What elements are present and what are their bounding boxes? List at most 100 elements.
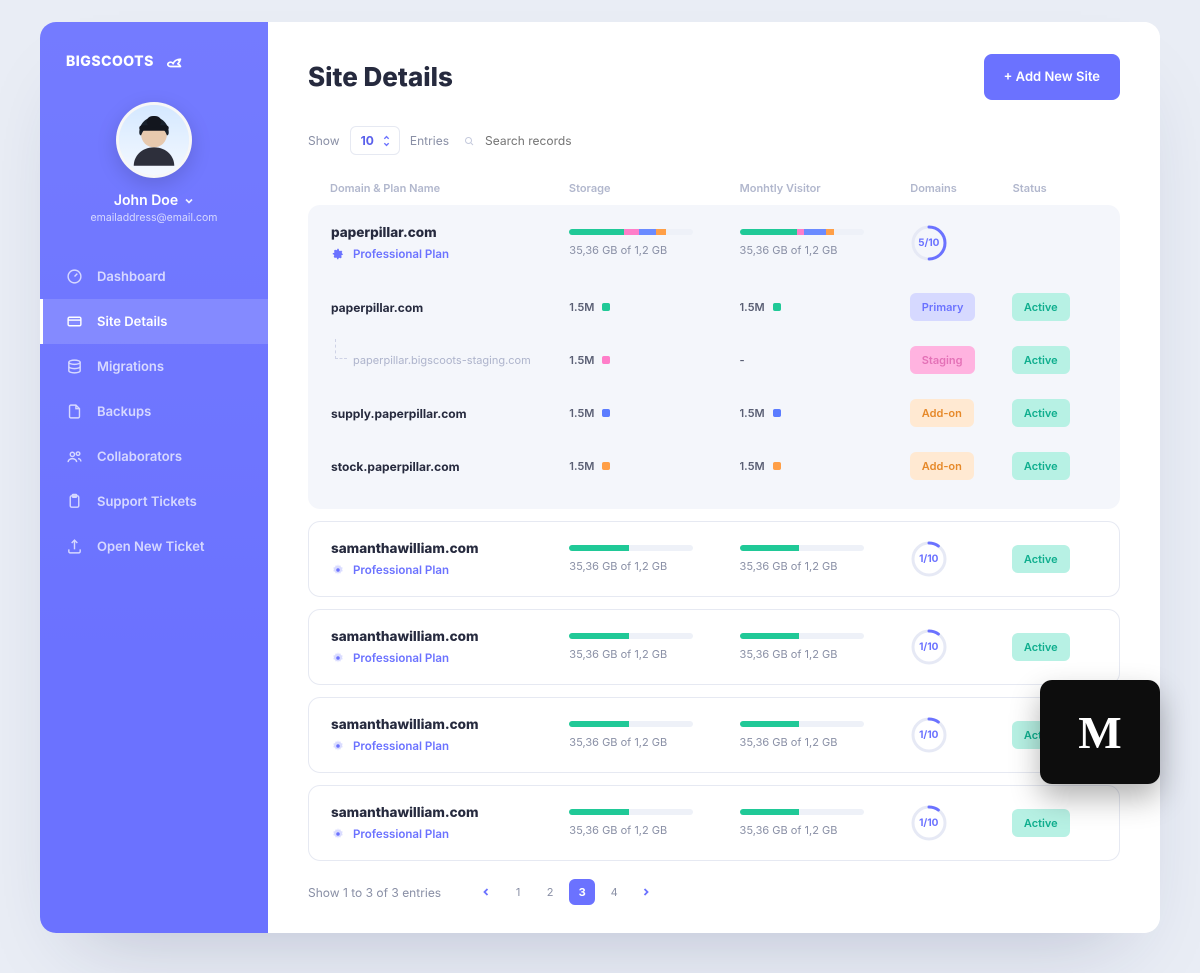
site-card[interactable]: samanthawilliam.com Professional Plan 35… bbox=[308, 609, 1120, 685]
chevron-right-icon bbox=[641, 887, 651, 897]
visitor-cell: 35,36 GB of 1,2 GB bbox=[740, 545, 910, 573]
stepper-icon bbox=[382, 134, 391, 148]
pager-pages: 1234 bbox=[473, 879, 659, 905]
user-name-row[interactable]: John Doe bbox=[114, 192, 194, 209]
sidebar-item-migrations[interactable]: Migrations bbox=[40, 344, 268, 389]
site-card[interactable]: samanthawilliam.com Professional Plan 35… bbox=[308, 697, 1120, 773]
domain-name: samanthawilliam.com bbox=[331, 541, 569, 557]
col-domains: Domains bbox=[910, 181, 1012, 195]
table-row[interactable]: paperpillar.bigscoots-staging.com 1.5M -… bbox=[331, 333, 1097, 386]
sub-status: Active bbox=[1012, 293, 1097, 321]
sub-domain: stock.paperpillar.com bbox=[331, 459, 569, 474]
status-cell: Active bbox=[1012, 633, 1097, 661]
domains-ring: 1/10 bbox=[910, 716, 948, 754]
storage-text: 35,36 GB of 1,2 GB bbox=[569, 243, 739, 257]
dot-icon bbox=[602, 409, 610, 417]
sub-domain: paperpillar.bigscoots-staging.com bbox=[331, 353, 569, 367]
storage-cell: 35,36 GB of 1,2 GB bbox=[569, 229, 739, 257]
pager-next[interactable] bbox=[633, 879, 659, 905]
domains-cell: 1/10 bbox=[910, 804, 1012, 842]
gear-icon bbox=[331, 247, 345, 261]
sidebar: BIGSCOOTS bbox=[40, 22, 268, 933]
sidebar-item-support[interactable]: Support Tickets bbox=[40, 479, 268, 524]
status-badge: Active bbox=[1012, 346, 1070, 374]
visitor-bar bbox=[740, 633, 864, 639]
sub-status: Active bbox=[1012, 399, 1097, 427]
sidebar-item-site-details[interactable]: Site Details bbox=[40, 299, 268, 344]
subrows: paperpillar.com 1.5M 1.5M Primary Active… bbox=[309, 280, 1119, 508]
dot-icon bbox=[602, 303, 610, 311]
table-row[interactable]: paperpillar.com 1.5M 1.5M Primary Active bbox=[331, 280, 1097, 333]
sidebar-item-label: Support Tickets bbox=[97, 494, 197, 510]
table-row[interactable]: supply.paperpillar.com 1.5M 1.5M Add-on … bbox=[331, 386, 1097, 439]
storage-text: 35,36 GB of 1,2 GB bbox=[569, 647, 739, 661]
visitor-text: 35,36 GB of 1,2 GB bbox=[740, 559, 910, 573]
domains-cell: 5/10 bbox=[910, 224, 1012, 262]
show-entries: Show 10 Entries bbox=[308, 126, 449, 155]
domains-ring: 1/10 bbox=[910, 540, 948, 578]
gear-icon bbox=[331, 651, 345, 665]
pager-page[interactable]: 1 bbox=[505, 879, 531, 905]
entries-select[interactable]: 10 bbox=[350, 126, 400, 155]
ring-icon bbox=[910, 224, 948, 262]
visitor-cell: 35,36 GB of 1,2 GB bbox=[740, 229, 910, 257]
storage-cell: 35,36 GB of 1,2 GB bbox=[569, 809, 739, 837]
plan-label: Professional Plan bbox=[353, 563, 449, 577]
search-input[interactable] bbox=[483, 132, 643, 149]
card-icon bbox=[66, 313, 83, 330]
sidebar-item-open-ticket[interactable]: Open New Ticket bbox=[40, 524, 268, 569]
site-card[interactable]: samanthawilliam.com Professional Plan 35… bbox=[308, 521, 1120, 597]
card-summary: paperpillar.com Professional Plan bbox=[309, 206, 1119, 280]
pager-page[interactable]: 2 bbox=[537, 879, 563, 905]
app-shell: BIGSCOOTS bbox=[40, 22, 1160, 933]
pager-prev[interactable] bbox=[473, 879, 499, 905]
domain-cell: paperpillar.com Professional Plan bbox=[331, 225, 569, 261]
site-card[interactable]: samanthawilliam.com Professional Plan 35… bbox=[308, 785, 1120, 861]
add-new-site-button[interactable]: + Add New Site bbox=[984, 54, 1120, 100]
storage-bar bbox=[569, 633, 693, 639]
visitor-bar-multi bbox=[740, 229, 864, 235]
plan-row: Professional Plan bbox=[331, 739, 569, 753]
status-badge: Active bbox=[1012, 452, 1070, 480]
site-card-expanded[interactable]: paperpillar.com Professional Plan bbox=[308, 205, 1120, 509]
pager-page[interactable]: 4 bbox=[601, 879, 627, 905]
sidebar-item-label: Open New Ticket bbox=[97, 539, 205, 555]
avatar[interactable] bbox=[116, 102, 192, 178]
file-icon bbox=[66, 403, 83, 420]
clipboard-icon bbox=[66, 493, 83, 510]
plan-label: Professional Plan bbox=[353, 651, 449, 665]
medium-badge[interactable]: M bbox=[1040, 680, 1160, 784]
sidebar-item-collaborators[interactable]: Collaborators bbox=[40, 434, 268, 479]
domains-cell: 1/10 bbox=[910, 628, 1012, 666]
domain-name: samanthawilliam.com bbox=[331, 805, 569, 821]
filters: Show 10 Entries bbox=[308, 126, 1120, 155]
chevron-down-icon bbox=[184, 196, 194, 206]
sidebar-item-dashboard[interactable]: Dashboard bbox=[40, 254, 268, 299]
status-cell: Active bbox=[1012, 545, 1097, 573]
sub-tag: Add-on bbox=[910, 399, 1012, 427]
storage-text: 35,36 GB of 1,2 GB bbox=[569, 559, 739, 573]
upload-icon bbox=[66, 538, 83, 555]
dot-icon bbox=[773, 303, 781, 311]
card-summary: samanthawilliam.com Professional Plan 35… bbox=[309, 786, 1119, 860]
entries-label: Entries bbox=[410, 133, 449, 148]
sub-domain: supply.paperpillar.com bbox=[331, 406, 569, 421]
sidebar-item-label: Dashboard bbox=[97, 269, 166, 285]
pager-summary: Show 1 to 3 of 3 entries bbox=[308, 885, 441, 900]
plan-row: Professional Plan bbox=[331, 827, 569, 841]
sidebar-item-backups[interactable]: Backups bbox=[40, 389, 268, 434]
pager-page[interactable]: 3 bbox=[569, 879, 595, 905]
sidebar-item-label: Migrations bbox=[97, 359, 164, 375]
brand-label: BIGSCOOTS bbox=[66, 53, 154, 70]
table-row[interactable]: stock.paperpillar.com 1.5M 1.5M Add-on A… bbox=[331, 439, 1097, 492]
search bbox=[463, 132, 643, 149]
domain-cell: samanthawilliam.com Professional Plan bbox=[331, 541, 569, 577]
storage-bar bbox=[569, 721, 693, 727]
brand: BIGSCOOTS bbox=[40, 50, 268, 72]
visitor-cell: 35,36 GB of 1,2 GB bbox=[740, 721, 910, 749]
domain-name: paperpillar.com bbox=[331, 225, 569, 241]
visitor-bar bbox=[740, 721, 864, 727]
storage-cell: 35,36 GB of 1,2 GB bbox=[569, 721, 739, 749]
sub-storage: 1.5M bbox=[569, 459, 739, 473]
domain-name: samanthawilliam.com bbox=[331, 717, 569, 733]
